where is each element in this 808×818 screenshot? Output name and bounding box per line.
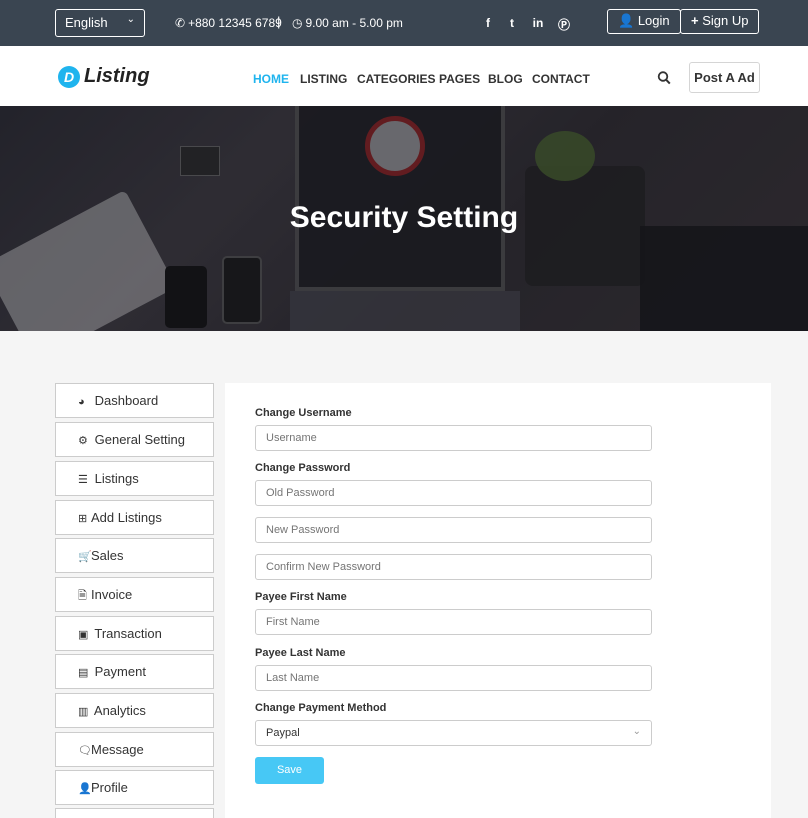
info-separator: | xyxy=(277,14,281,29)
facebook-icon[interactable]: f xyxy=(481,16,495,30)
money-icon: ▣ xyxy=(78,629,89,641)
hero-banner: Security Setting xyxy=(0,106,808,331)
payment-method-select[interactable]: Paypal ⌄ xyxy=(255,720,652,746)
nav-home[interactable]: HOME xyxy=(253,72,289,86)
sidebar-item-dashboard[interactable]: ◕ Dashboard xyxy=(55,383,214,418)
sidebar-item-profile[interactable]: 👤Profile xyxy=(55,770,214,805)
sidebar-item-label: Sales xyxy=(91,548,124,563)
logo-text: Listing xyxy=(84,65,150,87)
logo-mark: D xyxy=(58,65,80,88)
sidebar-item-more[interactable] xyxy=(55,808,214,818)
phone-info: ✆ +880 12345 6789 xyxy=(175,16,282,30)
confirm-password-input[interactable] xyxy=(255,554,652,580)
sidebar-item-label: Message xyxy=(91,742,144,757)
nav-pages[interactable]: PAGES xyxy=(439,72,480,86)
sidebar-item-sales[interactable]: 🛒Sales xyxy=(55,538,214,573)
login-label: Login xyxy=(637,13,670,28)
sidebar-item-label: General Setting xyxy=(94,432,185,447)
dashboard-icon: ◕ xyxy=(78,396,85,408)
chevron-down-icon: ⌄ xyxy=(632,726,641,737)
file-icon: 🗎 xyxy=(78,590,87,602)
new-password-input[interactable] xyxy=(255,517,652,543)
twitter-icon[interactable]: t xyxy=(505,16,519,30)
sidebar-item-payment[interactable]: ▤ Payment xyxy=(55,654,214,689)
main-header: D Listing HOME LISTING CATEGORIES PAGES … xyxy=(0,46,808,106)
sidebar-item-label: Listings xyxy=(94,471,139,486)
payment-method-value: Paypal xyxy=(266,727,300,739)
sidebar-item-invoice[interactable]: 🗎 Invoice xyxy=(55,577,214,612)
sidebar-item-label: Payment xyxy=(94,664,146,679)
cart-icon: 🛒 xyxy=(78,551,92,563)
nav-listing[interactable]: LISTING xyxy=(300,72,347,86)
bar-chart-icon: ▥ xyxy=(78,706,89,718)
credit-card-icon: ▤ xyxy=(78,667,89,679)
nav-contact[interactable]: CONTACT xyxy=(532,72,590,86)
list-icon: ☰ xyxy=(78,474,88,486)
sidebar-item-label: Invoice xyxy=(91,587,133,602)
site-logo[interactable]: D Listing xyxy=(58,65,150,88)
plus-icon: + xyxy=(691,13,699,28)
login-button[interactable]: 👤 Login xyxy=(607,9,681,34)
sidebar-item-label: Profile xyxy=(91,780,128,795)
working-hours: 9.00 am - 5.00 pm xyxy=(305,16,403,30)
sidebar-item-message[interactable]: 🗨Message xyxy=(55,732,214,767)
old-password-input[interactable] xyxy=(255,480,652,506)
signup-label: Sign Up xyxy=(702,13,749,28)
sidebar-item-label: Dashboard xyxy=(94,393,159,408)
language-select[interactable]: English ⌄ xyxy=(55,9,145,37)
username-input[interactable] xyxy=(255,425,652,451)
plus-square-icon: ⊞ xyxy=(78,513,88,525)
nav-categories[interactable]: CATEGORIES xyxy=(357,72,435,86)
sidebar-item-label: Transaction xyxy=(94,626,162,641)
username-label: Change Username xyxy=(255,407,352,419)
phone-icon: ✆ xyxy=(175,16,186,30)
sidebar-item-label: Add Listings xyxy=(91,510,162,525)
sidebar-item-label: Analytics xyxy=(93,703,146,718)
payee-last-name-label: Payee Last Name xyxy=(255,647,346,659)
language-value: English xyxy=(65,15,108,30)
chevron-down-icon: ⌄ xyxy=(126,14,135,25)
sidebar-item-add-listings[interactable]: ⊞ Add Listings xyxy=(55,500,214,535)
payment-method-label: Change Payment Method xyxy=(255,702,387,714)
search-icon[interactable] xyxy=(657,70,671,86)
user-icon: 👤 xyxy=(618,13,635,28)
clock-icon: ◷ xyxy=(292,16,303,30)
phone-number: +880 12345 6789 xyxy=(188,16,282,30)
payee-first-name-label: Payee First Name xyxy=(255,591,347,603)
pinterest-icon[interactable]: Ⓟ xyxy=(557,16,571,33)
gear-icon: ⚙ xyxy=(78,435,88,447)
top-bar: English ⌄ ✆ +880 12345 6789 | ◷ 9.00 am - … xyxy=(0,0,808,46)
sidebar-item-analytics[interactable]: ▥ Analytics xyxy=(55,693,214,728)
hours-info: ◷ 9.00 am - 5.00 pm xyxy=(292,16,403,30)
linkedin-icon[interactable]: in xyxy=(531,16,545,30)
payee-first-name-input[interactable] xyxy=(255,609,652,635)
signup-button[interactable]: + Sign Up xyxy=(680,9,760,34)
page-title: Security Setting xyxy=(289,201,519,234)
user-icon: 👤 xyxy=(78,783,92,795)
post-ad-button[interactable]: Post A Ad xyxy=(689,62,760,93)
sidebar-item-listings[interactable]: ☰ Listings xyxy=(55,461,214,496)
password-label: Change Password xyxy=(255,462,351,474)
save-button[interactable]: Save xyxy=(255,757,324,784)
sidebar-item-transaction[interactable]: ▣ Transaction xyxy=(55,616,214,651)
sidebar-item-general-setting[interactable]: ⚙ General Setting xyxy=(55,422,214,457)
payee-last-name-input[interactable] xyxy=(255,665,652,691)
comment-icon: 🗨 xyxy=(78,745,92,757)
nav-blog[interactable]: BLOG xyxy=(488,72,523,86)
